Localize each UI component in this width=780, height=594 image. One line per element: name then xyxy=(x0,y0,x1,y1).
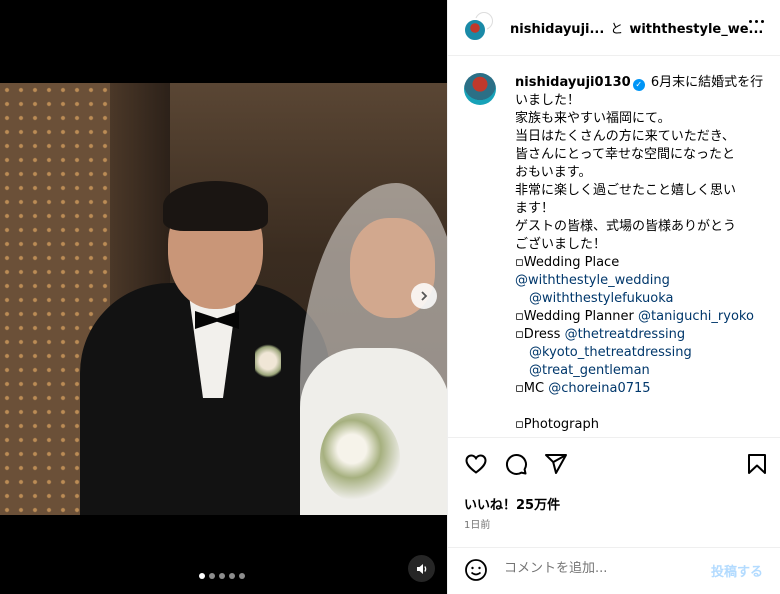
post-side-panel: nishidayuji... と withthestyle_we... nishid… xyxy=(447,0,780,594)
carousel-dot xyxy=(199,573,205,579)
emoji-icon[interactable] xyxy=(464,558,488,582)
mention-link[interactable]: @withthestyle_wedding xyxy=(515,272,765,290)
mention-link[interactable]: @treat_gentleman xyxy=(515,362,765,380)
heart-icon[interactable] xyxy=(464,452,488,476)
verified-badge-icon: ✓ xyxy=(632,79,645,91)
carousel-dot xyxy=(239,573,245,579)
carousel-dot xyxy=(209,573,215,579)
comment-bar: 投稿する xyxy=(448,547,780,594)
mention-link[interactable]: @kyoto_thetreatdressing xyxy=(515,344,765,362)
next-slide-button[interactable] xyxy=(411,283,437,309)
collab-avatars[interactable] xyxy=(463,12,495,44)
post-actions: いいね！25万件 1日前 xyxy=(448,437,780,547)
carousel-dot xyxy=(229,573,235,579)
avatar[interactable] xyxy=(464,73,496,105)
header-collaborator-link[interactable]: withthestyle_we... xyxy=(629,22,763,37)
mention-link[interactable]: @withthestylefukuoka xyxy=(515,290,765,308)
caption-username-link[interactable]: nishidayuji0130 xyxy=(515,75,631,90)
carousel-dot xyxy=(219,573,225,579)
header-usernames: nishidayuji... と withthestyle_we... xyxy=(510,18,763,37)
avatar xyxy=(463,18,487,42)
caption-area: nishidayuji0130 ✓ 6月末に結婚式を行 いました！ 家族も来やすい… xyxy=(448,57,780,437)
carousel-indicator xyxy=(199,573,245,579)
header-connector: と xyxy=(610,22,624,37)
mention-link[interactable]: @thetreatdressing xyxy=(565,327,686,342)
share-icon[interactable] xyxy=(544,452,568,476)
chevron-right-icon xyxy=(421,291,428,301)
caption-text: nishidayuji0130 ✓ 6月末に結婚式を行 いました！ 家族も来やすい… xyxy=(515,75,765,432)
like-count[interactable]: いいね！25万件 xyxy=(464,494,560,513)
audio-toggle-button[interactable] xyxy=(408,555,435,582)
post-comment-button[interactable]: 投稿する xyxy=(711,561,763,580)
bookmark-icon[interactable] xyxy=(745,452,769,476)
post-header: nishidayuji... と withthestyle_we... xyxy=(448,0,780,56)
speaker-icon xyxy=(416,563,426,574)
mention-link[interactable]: @choreina0715 xyxy=(548,381,650,396)
more-options-icon[interactable] xyxy=(749,20,764,23)
mention-link[interactable]: @taniguchi_ryoko xyxy=(638,309,754,324)
post-timestamp[interactable]: 1日前 xyxy=(464,516,490,531)
comment-icon[interactable] xyxy=(504,452,528,476)
comment-input[interactable] xyxy=(504,561,704,576)
header-username-link[interactable]: nishidayuji... xyxy=(510,22,604,37)
wedding-photo[interactable] xyxy=(0,83,447,515)
post-media xyxy=(0,0,447,594)
